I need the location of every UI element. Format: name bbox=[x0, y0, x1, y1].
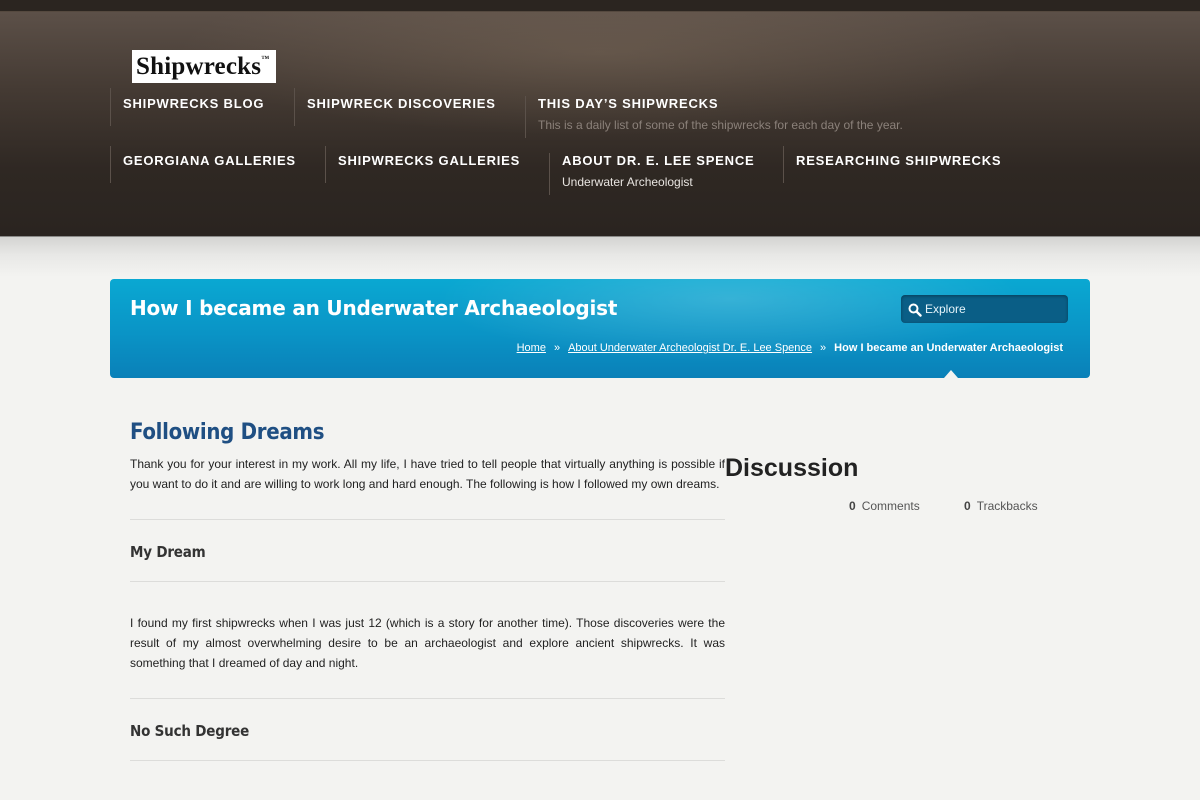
search-box[interactable] bbox=[901, 295, 1068, 323]
nav-desc-this-days-shipwrecks: This is a daily list of some of the ship… bbox=[538, 118, 903, 132]
page-title: How I became an Underwater Archaeologist bbox=[130, 296, 618, 320]
section-heading-my-dream: My Dream bbox=[130, 543, 206, 561]
article-content: Following Dreams Thank you for your inte… bbox=[130, 420, 725, 761]
site-logo[interactable]: Shipwrecks™ bbox=[132, 50, 276, 83]
nav-item-georgiana-galleries[interactable]: GEORGIANA GALLERIES bbox=[110, 146, 296, 183]
nav-link-shipwrecks-galleries[interactable]: SHIPWRECKS GALLERIES bbox=[338, 153, 520, 169]
discussion-heading: Discussion bbox=[725, 454, 859, 482]
nav-link-shipwreck-discoveries[interactable]: SHIPWRECK DISCOVERIES bbox=[307, 96, 496, 112]
comments-label: Comments bbox=[861, 499, 920, 513]
section-divider bbox=[130, 760, 725, 761]
breadcrumb-separator: » bbox=[820, 342, 827, 354]
nav-desc-about-dr-spence: Underwater Archeologist bbox=[562, 175, 693, 189]
nav-item-shipwrecks-blog[interactable]: SHIPWRECKS BLOG bbox=[110, 88, 264, 126]
banner-pointer bbox=[944, 370, 958, 378]
header-shadow bbox=[0, 237, 1200, 277]
article-heading: Following Dreams bbox=[130, 420, 325, 445]
nav-link-about-dr-spence[interactable]: ABOUT DR. E. LEE SPENCE bbox=[562, 153, 754, 169]
nav-item-researching-shipwrecks[interactable]: RESEARCHING SHIPWRECKS bbox=[783, 146, 1001, 183]
logo-text: Shipwrecks bbox=[136, 53, 262, 80]
breadcrumb-current: How I became an Underwater Archaeologist bbox=[834, 342, 1063, 354]
section-heading-no-such-degree: No Such Degree bbox=[130, 722, 250, 740]
section-divider bbox=[130, 581, 725, 582]
breadcrumb-separator: » bbox=[553, 342, 561, 354]
my-dream-paragraph: I found my first shipwrecks when I was j… bbox=[130, 616, 725, 670]
nav-link-georgiana-galleries[interactable]: GEORGIANA GALLERIES bbox=[123, 153, 296, 169]
search-icon bbox=[908, 303, 922, 317]
page-banner: How I became an Underwater Archaeologist… bbox=[110, 279, 1090, 378]
comments-count[interactable]: 0 Comments bbox=[849, 499, 920, 513]
nav-link-shipwrecks-blog[interactable]: SHIPWRECKS BLOG bbox=[123, 96, 264, 112]
breadcrumb: Home » About Underwater Archeologist Dr. E… bbox=[517, 342, 1063, 354]
intro-paragraph: Thank you for your interest in my work. … bbox=[130, 457, 725, 491]
trackbacks-count[interactable]: 0 Trackbacks bbox=[964, 499, 1038, 513]
section-divider bbox=[130, 519, 725, 520]
nav-item-this-days-shipwrecks[interactable]: THIS DAY’S SHIPWRECKS This is a daily li… bbox=[525, 96, 903, 138]
trackbacks-label: Trackbacks bbox=[976, 499, 1038, 513]
top-strip bbox=[0, 0, 1200, 12]
nav-item-shipwreck-discoveries[interactable]: SHIPWRECK DISCOVERIES bbox=[294, 88, 496, 126]
nav-item-about-dr-spence[interactable]: ABOUT DR. E. LEE SPENCE Underwater Arche… bbox=[549, 153, 754, 195]
nav-link-this-days-shipwrecks[interactable]: THIS DAY’S SHIPWRECKS bbox=[538, 96, 903, 112]
section-divider bbox=[130, 698, 725, 699]
logo-trademark: ™ bbox=[261, 54, 270, 63]
breadcrumb-parent-link[interactable]: About Underwater Archeologist Dr. E. Lee… bbox=[568, 342, 812, 354]
nav-item-shipwrecks-galleries[interactable]: SHIPWRECKS GALLERIES bbox=[325, 146, 520, 183]
trackbacks-number: 0 bbox=[964, 499, 971, 513]
breadcrumb-home-link[interactable]: Home bbox=[517, 342, 546, 354]
comments-number: 0 bbox=[849, 499, 856, 513]
search-input[interactable] bbox=[925, 295, 1063, 323]
nav-link-researching-shipwrecks[interactable]: RESEARCHING SHIPWRECKS bbox=[796, 153, 1001, 169]
